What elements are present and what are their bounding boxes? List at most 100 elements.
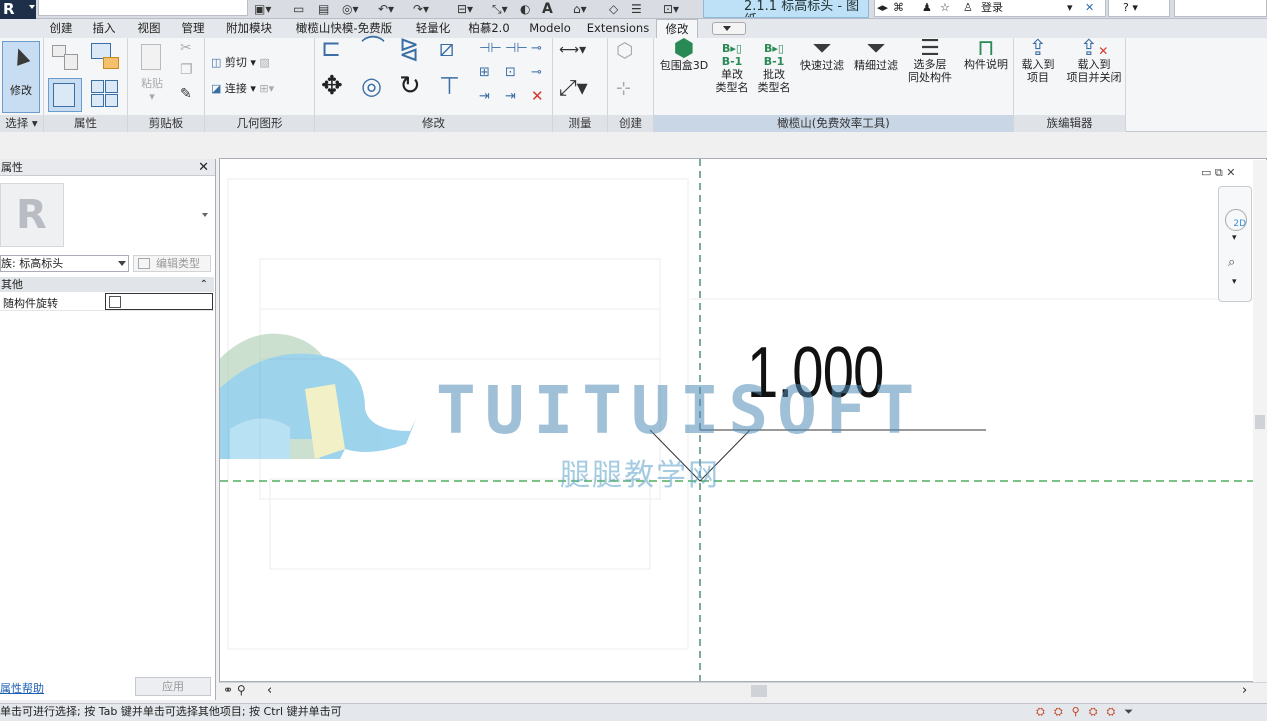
split-gap-icon[interactable]: ⊣⊢: [505, 42, 528, 55]
component-notes-button[interactable]: ⊓ 构件说明: [958, 38, 1014, 72]
quick-filter-button[interactable]: ⏷ 快速过滤: [794, 36, 850, 72]
move-icon[interactable]: ✥: [321, 73, 343, 99]
copy-element-icon[interactable]: ◎: [361, 74, 382, 98]
select-multilevel-button[interactable]: ☰ 选多层 同处构件: [900, 38, 960, 85]
vertical-scrollbar[interactable]: [1253, 160, 1267, 682]
favorites-icon[interactable]: ☆: [940, 0, 950, 15]
properties-help-link[interactable]: 属性帮助: [0, 680, 44, 696]
panel-select-label[interactable]: 选择 ▾: [0, 115, 43, 132]
exchange-icon[interactable]: ✕: [1085, 0, 1094, 15]
select-underlay-icon[interactable]: ⛭: [1054, 705, 1072, 718]
load-into-project-button[interactable]: ⇪ 载入到 项目: [1016, 38, 1060, 85]
offset-icon[interactable]: ⌒: [361, 36, 385, 60]
array-icon[interactable]: ⊞: [479, 66, 490, 79]
3d-view-icon[interactable]: ⌂▾: [573, 1, 587, 17]
view-control-icons[interactable]: ⚭ ⚲: [223, 683, 246, 697]
type-properties-icon[interactable]: [50, 42, 82, 77]
mirror-draw-icon[interactable]: ⧄: [439, 36, 454, 60]
horizontal-scrollbar[interactable]: ⚭ ⚲ ‹ ›: [219, 682, 1267, 699]
print-icon[interactable]: ⊟▾: [457, 1, 473, 17]
tag-icon[interactable]: ◐: [520, 1, 530, 17]
vertical-scroll-thumb[interactable]: [1255, 415, 1265, 429]
cut-geometry-button[interactable]: ◫ 剪切 ▾ ▨: [211, 56, 270, 69]
tab-create[interactable]: 创建: [42, 19, 80, 38]
thin-lines-icon[interactable]: ☰: [631, 1, 642, 17]
steering-wheel-dropdown-icon[interactable]: ▾: [1232, 233, 1237, 243]
scale-icon[interactable]: ⊡: [505, 66, 516, 79]
sync-icon[interactable]: ◎▾: [342, 1, 359, 17]
tab-view[interactable]: 视图: [130, 19, 168, 38]
split-element-icon[interactable]: ⊣⊢: [479, 42, 502, 55]
group-header-other[interactable]: 其他 ⌃: [0, 277, 214, 292]
fine-filter-button[interactable]: ⏷ 精细过滤: [848, 36, 904, 72]
trim-extend-icon[interactable]: ⊤: [439, 74, 460, 98]
load-and-close-button[interactable]: ⇪✕ 载入到 项目并关闭: [1064, 38, 1124, 85]
text-icon[interactable]: A: [542, 1, 553, 17]
match-properties-icon[interactable]: ✎: [180, 87, 192, 101]
tab-addins[interactable]: 附加模块: [219, 19, 279, 38]
new-icon[interactable]: ▣▾: [254, 1, 271, 17]
drag-elements-icon[interactable]: ⛭: [1107, 705, 1125, 718]
type-preview-dropdown-icon[interactable]: [202, 213, 208, 217]
select-links-icon[interactable]: ⛭: [1036, 705, 1054, 718]
edit-type-button[interactable]: 编辑类型: [133, 255, 211, 272]
ribbon-minimize-button[interactable]: [712, 22, 746, 35]
application-menu-button[interactable]: R: [0, 0, 36, 19]
sign-in-link[interactable]: 登录: [981, 0, 1003, 15]
cut-icon[interactable]: ✂: [180, 41, 192, 55]
rename-single-type-button[interactable]: B▸▯ B-1 单改 类型名: [710, 42, 754, 94]
tab-bimmo[interactable]: 柏慕2.0: [464, 19, 514, 38]
section-icon[interactable]: ◇: [609, 1, 618, 17]
tab-modelo[interactable]: Modelo: [522, 19, 578, 38]
rotate-icon[interactable]: ↻: [399, 73, 421, 99]
family-types-icon[interactable]: [89, 41, 121, 76]
undo-icon[interactable]: ↶▾: [378, 1, 394, 17]
join-geometry-button[interactable]: ◪ 连接 ▾ ⊞▾: [211, 82, 274, 95]
trim-single-icon[interactable]: ⇥: [479, 90, 490, 103]
scroll-left-icon[interactable]: ‹: [267, 683, 272, 698]
measure-between-icon[interactable]: ⟷▾: [559, 43, 586, 57]
rename-batch-type-button[interactable]: B▸▯ B-1 批改 类型名: [752, 42, 796, 94]
trim-multiple-icon[interactable]: ⇥: [505, 90, 516, 103]
open-icon[interactable]: ▭: [293, 1, 304, 17]
param-rotate-value-cell[interactable]: [105, 293, 213, 310]
subscription-icon[interactable]: ♟: [922, 0, 932, 15]
unpin-icon[interactable]: ⊸: [531, 66, 542, 79]
quick-access-field[interactable]: [38, 0, 248, 16]
bounding-box-3d-button[interactable]: ⬢ 包围盒3D: [656, 36, 712, 72]
tab-manage[interactable]: 管理: [174, 19, 212, 38]
zoom-dropdown-icon[interactable]: ▾: [1232, 277, 1237, 287]
filter-icon[interactable]: ⏷: [1124, 705, 1142, 718]
paste-button[interactable]: 粘贴 ▾: [136, 42, 168, 103]
restore-icon[interactable]: ⧉: [1215, 166, 1223, 179]
properties-toggle-button[interactable]: [48, 78, 82, 112]
create-group-icon[interactable]: ⊹: [616, 80, 631, 98]
minimize-icon[interactable]: ▭: [1201, 166, 1211, 179]
chevron-down-icon[interactable]: [118, 261, 126, 266]
redo-icon[interactable]: ↷▾: [413, 1, 429, 17]
create-similar-icon[interactable]: ⬡: [616, 40, 633, 60]
select-pinned-icon[interactable]: ⚲: [1072, 705, 1089, 718]
search-arrow-icon[interactable]: ◂▸: [877, 0, 888, 15]
steering-wheel-icon[interactable]: 2D: [1225, 209, 1247, 231]
type-selector[interactable]: 族: 标高标头: [0, 255, 129, 272]
horizontal-scroll-thumb[interactable]: [751, 685, 767, 697]
help-icon[interactable]: ?: [1123, 1, 1129, 14]
collapse-icon[interactable]: ⌃: [200, 277, 208, 292]
pin-icon[interactable]: ⊸: [531, 42, 542, 55]
tab-insert[interactable]: 插入: [85, 19, 123, 38]
close-icon[interactable]: ✕: [198, 159, 209, 176]
help-button[interactable]: ? ▾: [1108, 0, 1170, 17]
zoom-icon[interactable]: ⌕: [1228, 255, 1235, 270]
binoculars-icon[interactable]: ⌘: [893, 0, 904, 15]
rotate-with-component-checkbox[interactable]: [109, 296, 121, 308]
delete-icon[interactable]: ✕: [531, 89, 544, 104]
sign-in-dropdown-icon[interactable]: ▾: [1067, 0, 1073, 15]
copy-icon[interactable]: ❐: [180, 63, 193, 77]
switch-windows-icon[interactable]: ⊡▾: [663, 1, 679, 17]
measure-icon[interactable]: ⤡▾: [492, 1, 508, 17]
scroll-right-icon[interactable]: ›: [1242, 683, 1247, 698]
family-category-icon[interactable]: [89, 78, 121, 113]
dimension-icon[interactable]: ⤢▾: [559, 78, 588, 100]
align-icon[interactable]: ⊏: [321, 36, 341, 60]
